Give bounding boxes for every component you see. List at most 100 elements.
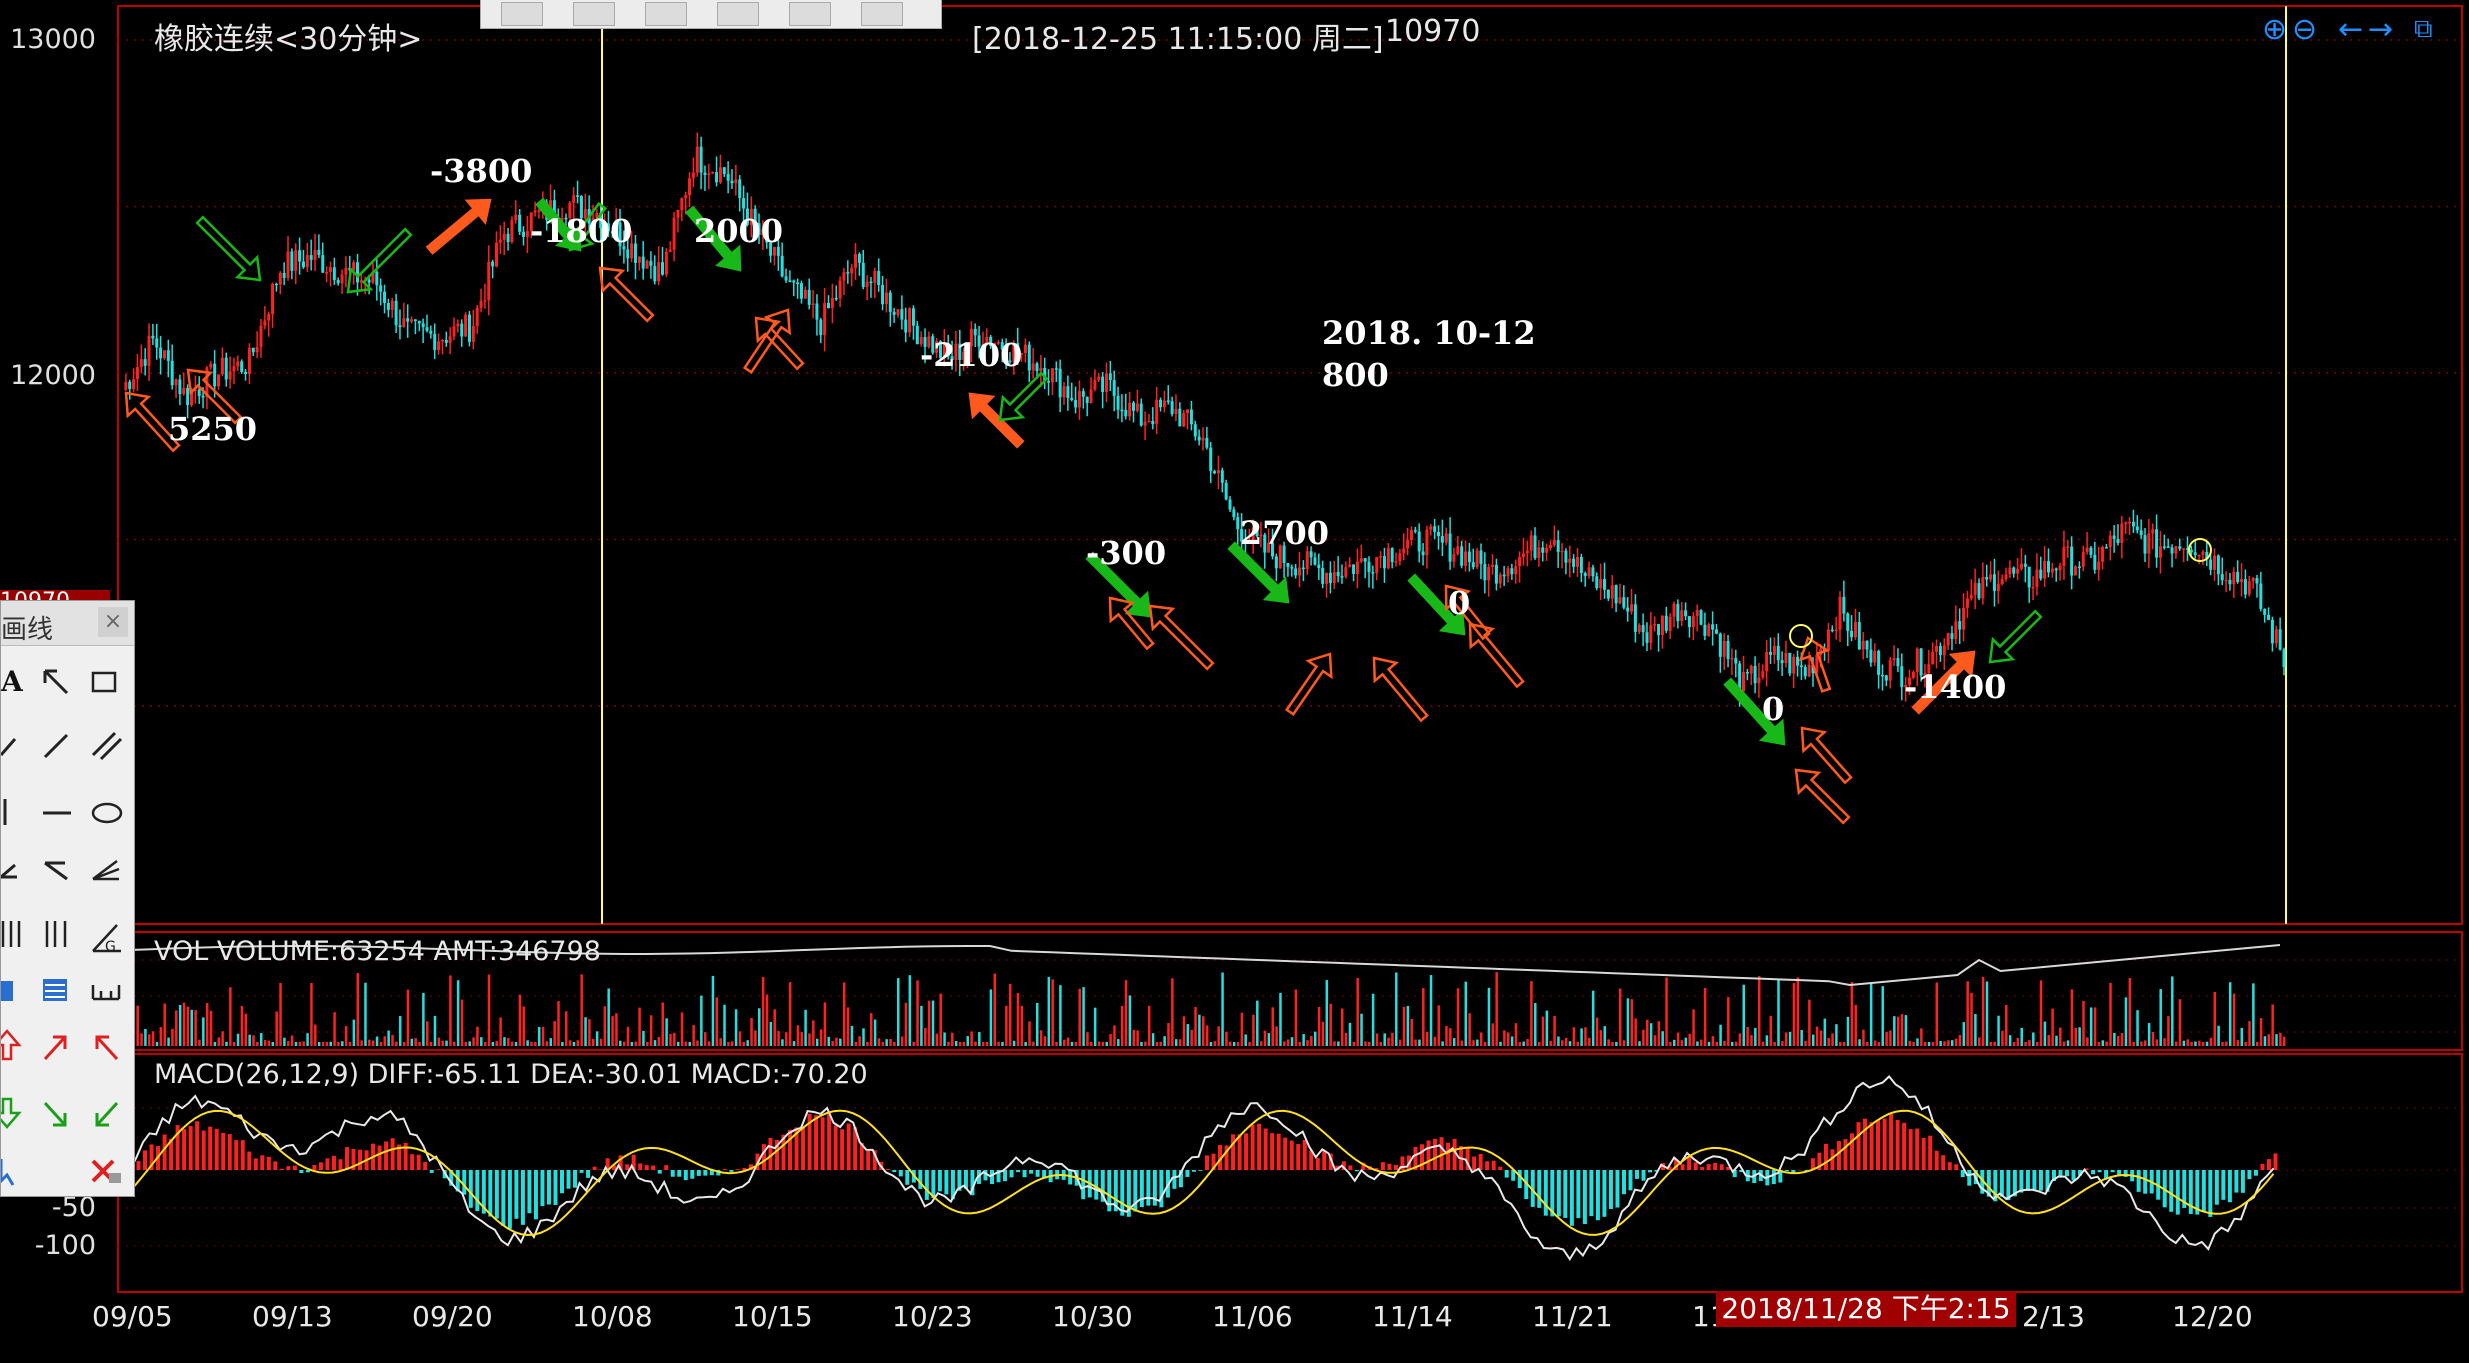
volume-bar [1329,1003,1332,1046]
candle-body [1371,572,1375,574]
volume-bar [287,1041,290,1046]
volume-bar [1978,1037,1981,1046]
candle-body [684,195,688,199]
volume-bar [1823,1018,1827,1046]
signal-arrow-solid [425,198,492,255]
volume-bar [619,1040,622,1046]
volume-bar [1541,1016,1545,1046]
candle-body [699,146,703,173]
volume-bar [1727,997,1730,1046]
candle-body [259,325,263,347]
volume-bar [325,1041,329,1046]
candle-body [1506,568,1510,577]
volume-bar [337,1041,340,1046]
volume-bar [1595,1017,1599,1046]
macd-bar [1172,1170,1177,1189]
chart-canvas[interactable] [0,0,2469,1363]
volume-bar [1364,1041,1367,1046]
tool-ellipse-icon[interactable] [91,802,123,824]
tool-down-arrow-icon[interactable] [1,1097,22,1129]
candle-body [1614,585,1618,604]
tool-channel-icon[interactable] [1,981,13,1001]
volume-bar [885,1039,888,1046]
macd-bar [840,1129,845,1170]
macd-bar [286,1166,291,1170]
tool-angle-icon[interactable] [1,863,17,879]
tool-cycle-icon[interactable] [1,921,21,947]
arrow-right-icon[interactable]: → [2368,12,2393,47]
tool-up-left-arrow-icon[interactable] [95,1035,119,1061]
volume-bar [2078,1027,2081,1046]
volume-bar [2171,976,2174,1046]
tool-segment-icon[interactable] [43,733,69,759]
volume-bar [2255,1041,2259,1046]
macd-bar [651,1165,656,1170]
toolbar-button[interactable] [789,2,831,26]
volume-bar [2155,1039,2159,1046]
tool-down-right-arrow-icon[interactable] [43,1101,67,1127]
tool-select-icon[interactable] [1,1159,15,1186]
candle-body [1386,548,1390,569]
zoom-in-icon[interactable]: ⊕ [2262,12,2287,47]
tool-ruler-icon[interactable] [91,985,121,1001]
volume-bar [642,1030,645,1046]
candle-body [2274,629,2278,644]
candle-body [1093,380,1097,390]
candle-body [383,291,387,304]
candle-body [313,249,317,260]
zoom-out-icon[interactable]: ⊖ [2292,12,2317,47]
tool-up-right-arrow-icon[interactable] [43,1035,67,1061]
candle-body [1456,546,1460,555]
toolbar-button[interactable] [717,2,759,26]
macd-bar [1934,1150,1939,1170]
candle-body [2270,619,2274,644]
restore-window-icon[interactable]: ⧉ [2414,14,2433,45]
macd-bar [1889,1113,1894,1170]
volume-bar [2070,989,2074,1046]
candle-body [2089,547,2093,555]
volume-bar [839,1038,842,1046]
volume-bar [1700,1039,1703,1046]
macd-bar [1700,1167,1705,1170]
tool-pointer-icon[interactable] [43,669,69,695]
volume-bar [2074,1027,2078,1046]
cursor-date-tag: 2018/11/28 下午2:15 [1716,1291,2016,1327]
toolbar-button[interactable] [645,2,687,26]
tool-text-icon[interactable]: A [1,665,24,698]
candle-body [1097,376,1101,381]
candle-body [653,265,657,282]
tool-up-arrow-icon[interactable] [1,1029,22,1061]
tool-down-left-arrow-icon[interactable] [95,1101,119,1127]
candle-body [738,179,742,199]
macd-bar [260,1155,265,1170]
candle-body [375,271,379,286]
tool-fibonacci-icon[interactable] [45,921,67,947]
volume-bar [1240,1012,1244,1046]
tool-rectangle-icon[interactable] [91,671,117,693]
close-icon[interactable]: × [98,607,128,637]
candle-body [356,262,360,283]
candle-body [255,346,259,353]
arrow-left-icon[interactable]: ← [2338,12,2363,47]
candle-body [274,283,278,286]
volume-bar [742,1041,746,1046]
tool-gann-icon[interactable] [92,860,120,881]
tool-delete-icon[interactable] [91,1159,121,1183]
tool-parallel-icon[interactable] [91,731,123,761]
volume-bar [1433,1036,1437,1046]
macd-bar [195,1121,200,1170]
toolbar-button[interactable] [573,2,615,26]
volume-bar [1738,1033,1742,1046]
macd-diff-line [129,1075,2275,1261]
macd-bar [1902,1122,1907,1170]
tool-line-icon[interactable] [1,738,17,756]
macd-bar [325,1158,330,1170]
candle-body [1155,399,1159,425]
candle-body [1892,658,1896,661]
tool-ratio-icon[interactable]: G [92,924,121,955]
candle-body [1568,558,1572,563]
tool-box-icon[interactable] [43,979,67,1001]
tool-fan-icon[interactable] [44,861,68,881]
toolbar-button[interactable] [501,2,543,26]
toolbar-button[interactable] [861,2,903,26]
